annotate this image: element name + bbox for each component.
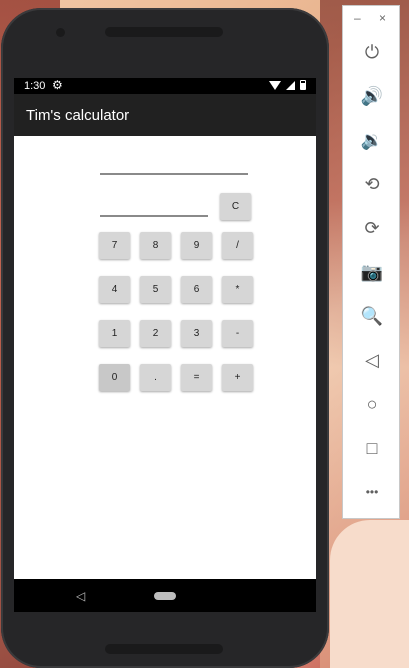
- status-bar: 1:30 ⚙: [14, 78, 316, 94]
- digit-0-button[interactable]: 0: [99, 364, 130, 391]
- camera-icon[interactable]: 📷: [359, 259, 385, 285]
- result-field[interactable]: [100, 215, 208, 217]
- status-icons: [269, 80, 306, 90]
- back-icon[interactable]: ◁: [359, 347, 385, 373]
- signal-icon: [286, 80, 295, 90]
- home-icon[interactable]: ○: [359, 391, 385, 417]
- digit-8-button[interactable]: 8: [140, 232, 171, 259]
- battery-icon: [300, 80, 306, 90]
- app-title: Tim's calculator: [26, 107, 130, 124]
- device-screen: 1:30 ⚙ Tim's calculator C 7 8 9 / 4 5 6 * 1 2 3- 0.…: [14, 78, 316, 612]
- speaker-grille: [105, 27, 223, 37]
- equals-button[interactable]: =: [181, 364, 212, 391]
- overview-icon[interactable]: □: [359, 435, 385, 461]
- minimize-button[interactable]: –: [354, 11, 361, 25]
- front-camera: [56, 28, 65, 37]
- app-bar: Tim's calculator: [14, 94, 316, 136]
- multiply-button[interactable]: *: [222, 276, 253, 303]
- rotate-right-icon[interactable]: ⟳: [359, 215, 385, 241]
- nav-home-icon[interactable]: [154, 592, 176, 600]
- close-button[interactable]: ×: [379, 11, 386, 25]
- digit-6-button[interactable]: 6: [181, 276, 212, 303]
- gear-icon: ⚙: [52, 78, 63, 92]
- digit-7-button[interactable]: 7: [99, 232, 130, 259]
- emulator-side-panel: – × ⏻ 🔊 🔉 ⟲ ⟳ 📷 🔍 ◁ ○ □ •••: [342, 5, 400, 519]
- digit-2-button[interactable]: 2: [140, 320, 171, 347]
- rotate-left-icon[interactable]: ⟲: [359, 171, 385, 197]
- phone-frame: 1:30 ⚙ Tim's calculator C 7 8 9 / 4 5 6 * 1 2 3- 0.…: [1, 8, 329, 668]
- background-decoration: [330, 520, 409, 668]
- status-time: 1:30: [24, 80, 46, 92]
- divide-button[interactable]: /: [222, 232, 253, 259]
- digit-3-button[interactable]: 3: [181, 320, 212, 347]
- volume-down-icon[interactable]: 🔉: [359, 127, 385, 153]
- expression-field[interactable]: [100, 173, 248, 175]
- calculator-content: C 7 8 9 / 4 5 6 * 1 2 3- 0. = +: [14, 136, 316, 579]
- digit-1-button[interactable]: 1: [99, 320, 130, 347]
- add-button[interactable]: +: [222, 364, 253, 391]
- clear-button[interactable]: C: [220, 193, 251, 220]
- wifi-icon: [269, 80, 281, 90]
- digit-9-button[interactable]: 9: [181, 232, 212, 259]
- speaker-grille: [105, 644, 223, 654]
- more-icon[interactable]: •••: [359, 479, 385, 505]
- power-icon[interactable]: ⏻: [359, 39, 385, 65]
- zoom-icon[interactable]: 🔍: [359, 303, 385, 329]
- digit-5-button[interactable]: 5: [140, 276, 171, 303]
- volume-up-icon[interactable]: 🔊: [359, 83, 385, 109]
- navigation-bar: ◁: [14, 579, 316, 612]
- subtract-button[interactable]: -: [222, 320, 253, 347]
- nav-back-icon[interactable]: ◁: [76, 589, 85, 603]
- decimal-button[interactable]: .: [140, 364, 171, 391]
- digit-4-button[interactable]: 4: [99, 276, 130, 303]
